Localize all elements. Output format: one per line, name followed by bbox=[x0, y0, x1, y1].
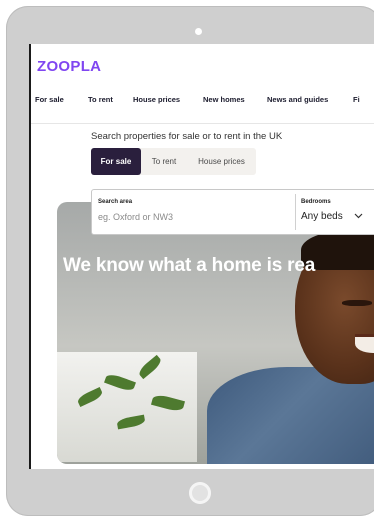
tab-for-sale[interactable]: For sale bbox=[91, 148, 141, 175]
camera-icon bbox=[195, 28, 202, 35]
search-area-label: Search area bbox=[98, 199, 133, 205]
nav-divider bbox=[31, 123, 374, 124]
hero-headline: We know what a home is rea bbox=[63, 255, 316, 276]
bedrooms-label: Bedrooms bbox=[301, 199, 331, 205]
search-tabs: For sale To rent House prices bbox=[91, 148, 256, 175]
nav-item-to-rent[interactable]: To rent bbox=[88, 95, 113, 104]
search-heading: Search properties for sale or to rent in… bbox=[91, 131, 283, 142]
hero-image bbox=[57, 202, 374, 464]
bedrooms-select[interactable]: Any beds bbox=[301, 211, 343, 222]
field-divider bbox=[295, 194, 296, 230]
tab-house-prices[interactable]: House prices bbox=[187, 148, 256, 175]
boy-eye bbox=[342, 300, 372, 306]
nav-item-for-sale[interactable]: For sale bbox=[35, 95, 64, 104]
nav-item-new-homes[interactable]: New homes bbox=[203, 95, 245, 104]
search-area-input[interactable]: eg. Oxford or NW3 bbox=[98, 212, 173, 222]
search-form: Search area eg. Oxford or NW3 Bedrooms A… bbox=[91, 189, 374, 235]
nav-item-truncated[interactable]: Fi bbox=[353, 95, 360, 104]
zoopla-logo[interactable]: ZOOPLA bbox=[37, 58, 101, 75]
tab-to-rent[interactable]: To rent bbox=[141, 148, 187, 175]
home-button[interactable] bbox=[189, 482, 211, 504]
chevron-down-icon[interactable] bbox=[354, 212, 363, 221]
nav-item-news-and-guides[interactable]: News and guides bbox=[267, 95, 328, 104]
nav-item-house-prices[interactable]: House prices bbox=[133, 95, 180, 104]
browser-screen: ZOOPLA For sale To rent House prices New… bbox=[29, 44, 374, 469]
